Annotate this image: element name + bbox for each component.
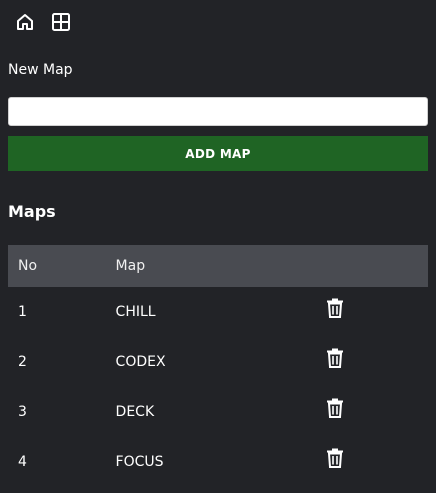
trash-icon[interactable] (325, 397, 345, 419)
trash-icon[interactable] (325, 347, 345, 369)
maps-table: No Map 1 CHILL 2 CODEX 3 DECK 4 FOCUS (8, 245, 428, 487)
table-row: 3 DECK (8, 387, 428, 437)
table-header-row: No Map (8, 245, 428, 287)
table-row: 1 CHILL (8, 287, 428, 337)
home-icon[interactable] (14, 11, 36, 33)
trash-icon[interactable] (325, 297, 345, 319)
new-map-label: New Map (8, 62, 73, 78)
column-header-actions (325, 245, 428, 287)
add-map-button[interactable]: ADD MAP (8, 136, 428, 171)
column-header-map: Map (115, 258, 146, 274)
top-nav (14, 11, 72, 33)
grid-icon[interactable] (50, 11, 72, 33)
row-map-name: FOCUS (115, 454, 164, 470)
table-row: 2 CODEX (8, 337, 428, 387)
row-map-name: CHILL (115, 304, 156, 320)
row-number: 4 (18, 454, 27, 470)
row-number: 1 (18, 304, 27, 320)
row-map-name: DECK (115, 404, 155, 420)
trash-icon[interactable] (325, 447, 345, 469)
row-number: 3 (18, 404, 27, 420)
row-actions (325, 387, 428, 437)
row-map-name: CODEX (115, 354, 166, 370)
maps-section-title: Maps (8, 202, 56, 221)
column-header-no: No (18, 258, 38, 274)
row-actions (325, 337, 428, 387)
row-actions (325, 437, 428, 487)
table-row: 4 FOCUS (8, 437, 428, 487)
new-map-input[interactable] (8, 97, 428, 126)
row-actions (325, 287, 428, 337)
row-number: 2 (18, 354, 27, 370)
